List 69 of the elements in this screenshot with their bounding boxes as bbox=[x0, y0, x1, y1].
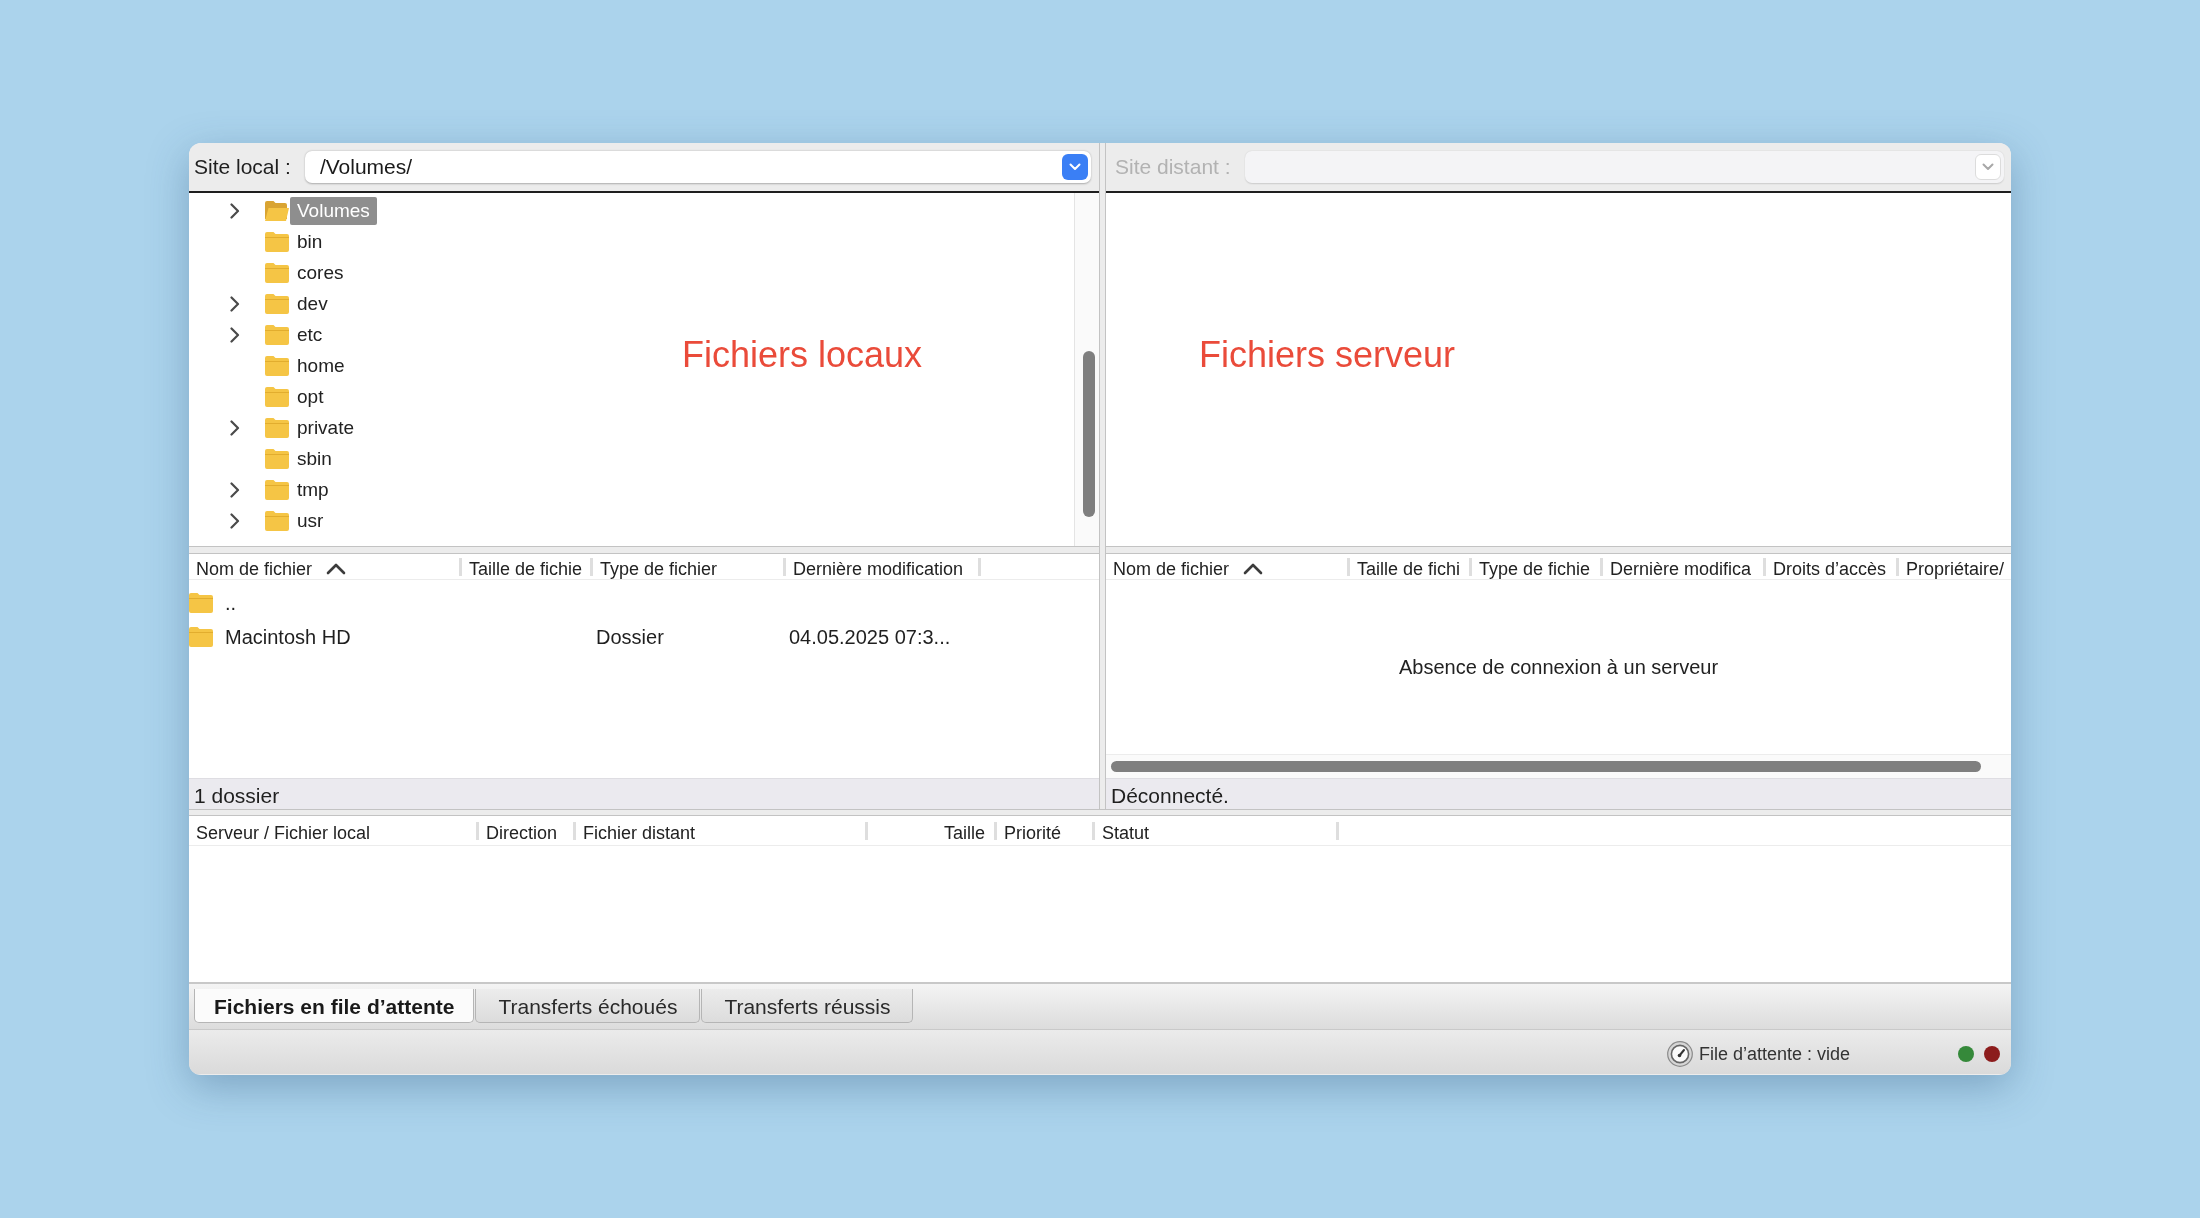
chevron-icon[interactable] bbox=[230, 419, 240, 436]
tree-item[interactable]: etc bbox=[290, 320, 330, 349]
column-header[interactable]: Serveur / Fichier local bbox=[189, 816, 476, 846]
modified-date: 04.05.2025 07:3... bbox=[789, 625, 951, 650]
chevron-icon[interactable] bbox=[230, 512, 240, 529]
annotation-label: Fichiers serveur bbox=[1199, 334, 1456, 376]
queue-tab[interactable]: Transferts réussis bbox=[701, 989, 914, 1023]
open-folder-icon bbox=[265, 200, 289, 221]
scrollbar-thumb[interactable] bbox=[1083, 351, 1095, 517]
column-header[interactable]: Droits d’accès bbox=[1766, 554, 1896, 579]
column-header[interactable]: Nom de fichier bbox=[1106, 554, 1347, 579]
queue-tab[interactable]: Transferts échoués bbox=[475, 989, 701, 1023]
tree-item[interactable]: usr bbox=[290, 506, 331, 535]
queue-status: File d’attente : vide bbox=[1698, 1042, 1850, 1066]
folder-icon bbox=[189, 627, 213, 647]
chevron-down-icon bbox=[1069, 163, 1081, 171]
status-text: Déconnecté. bbox=[1111, 782, 1229, 809]
site-label: Site local : bbox=[194, 154, 291, 181]
site-label: Site distant : bbox=[1115, 154, 1231, 181]
column-header[interactable]: Dernière modifica bbox=[1603, 554, 1763, 579]
column-header[interactable]: Nom de fichier bbox=[189, 554, 459, 579]
chevron-icon[interactable] bbox=[230, 326, 240, 343]
folder-icon bbox=[265, 417, 289, 438]
scrollbar-thumb[interactable] bbox=[1111, 761, 1981, 772]
sort-caret-icon[interactable] bbox=[326, 563, 347, 575]
queue-tab[interactable]: Fichiers en file d’attente bbox=[194, 989, 475, 1023]
column-header[interactable]: Direction bbox=[479, 816, 573, 846]
path-combobox[interactable]: /Volumes/ bbox=[304, 151, 1091, 183]
folder-icon bbox=[265, 386, 289, 407]
chevron-icon[interactable] bbox=[230, 202, 240, 219]
status-text: 1 dossier bbox=[194, 782, 280, 809]
gauge-icon[interactable] bbox=[1666, 1041, 1693, 1067]
column-header[interactable]: Taille de fichie bbox=[462, 554, 590, 579]
tree-item[interactable]: cores bbox=[290, 258, 351, 287]
chevron-down-icon bbox=[1982, 163, 1994, 171]
folder-icon bbox=[265, 231, 289, 252]
chevron-icon[interactable] bbox=[230, 481, 240, 498]
file-type: Dossier bbox=[596, 625, 664, 650]
tree-item[interactable]: tmp bbox=[290, 475, 336, 504]
folder-icon bbox=[265, 355, 289, 376]
tree-item[interactable]: opt bbox=[290, 382, 331, 411]
annotation-label: Fichiers locaux bbox=[682, 334, 923, 376]
tree-item[interactable]: bin bbox=[290, 227, 330, 256]
folder-icon bbox=[265, 510, 289, 531]
folder-icon bbox=[265, 293, 289, 314]
folder-icon bbox=[265, 479, 289, 500]
column-header[interactable]: Dernière modification bbox=[786, 554, 978, 579]
folder-icon bbox=[265, 262, 289, 283]
file-name: .. bbox=[225, 591, 237, 616]
file-name: Macintosh HD bbox=[225, 625, 351, 650]
column-header[interactable]: Taille bbox=[868, 816, 994, 846]
sort-caret-icon[interactable] bbox=[1243, 563, 1264, 575]
tree-item[interactable]: private bbox=[290, 413, 362, 442]
column-header[interactable]: Statut bbox=[1095, 816, 1336, 846]
dropdown-button[interactable] bbox=[1062, 154, 1088, 180]
column-header[interactable]: Type de fichie bbox=[1472, 554, 1600, 579]
chevron-icon[interactable] bbox=[230, 295, 240, 312]
column-header[interactable]: Priorité bbox=[997, 816, 1092, 846]
column-header[interactable]: Type de fichier bbox=[593, 554, 783, 579]
column-header[interactable]: Taille de fichi bbox=[1350, 554, 1469, 579]
tree-item[interactable]: sbin bbox=[290, 444, 339, 473]
folder-icon bbox=[265, 448, 289, 469]
column-header[interactable]: Fichier distant bbox=[576, 816, 865, 846]
empty-message: Absence de connexion à un serveur bbox=[1398, 655, 1719, 680]
tree-item[interactable]: home bbox=[290, 351, 352, 380]
folder-icon bbox=[189, 593, 213, 613]
tree-item[interactable]: dev bbox=[290, 289, 335, 318]
folder-icon bbox=[265, 324, 289, 345]
column-header[interactable]: Propriétaire/ bbox=[1899, 554, 2011, 579]
